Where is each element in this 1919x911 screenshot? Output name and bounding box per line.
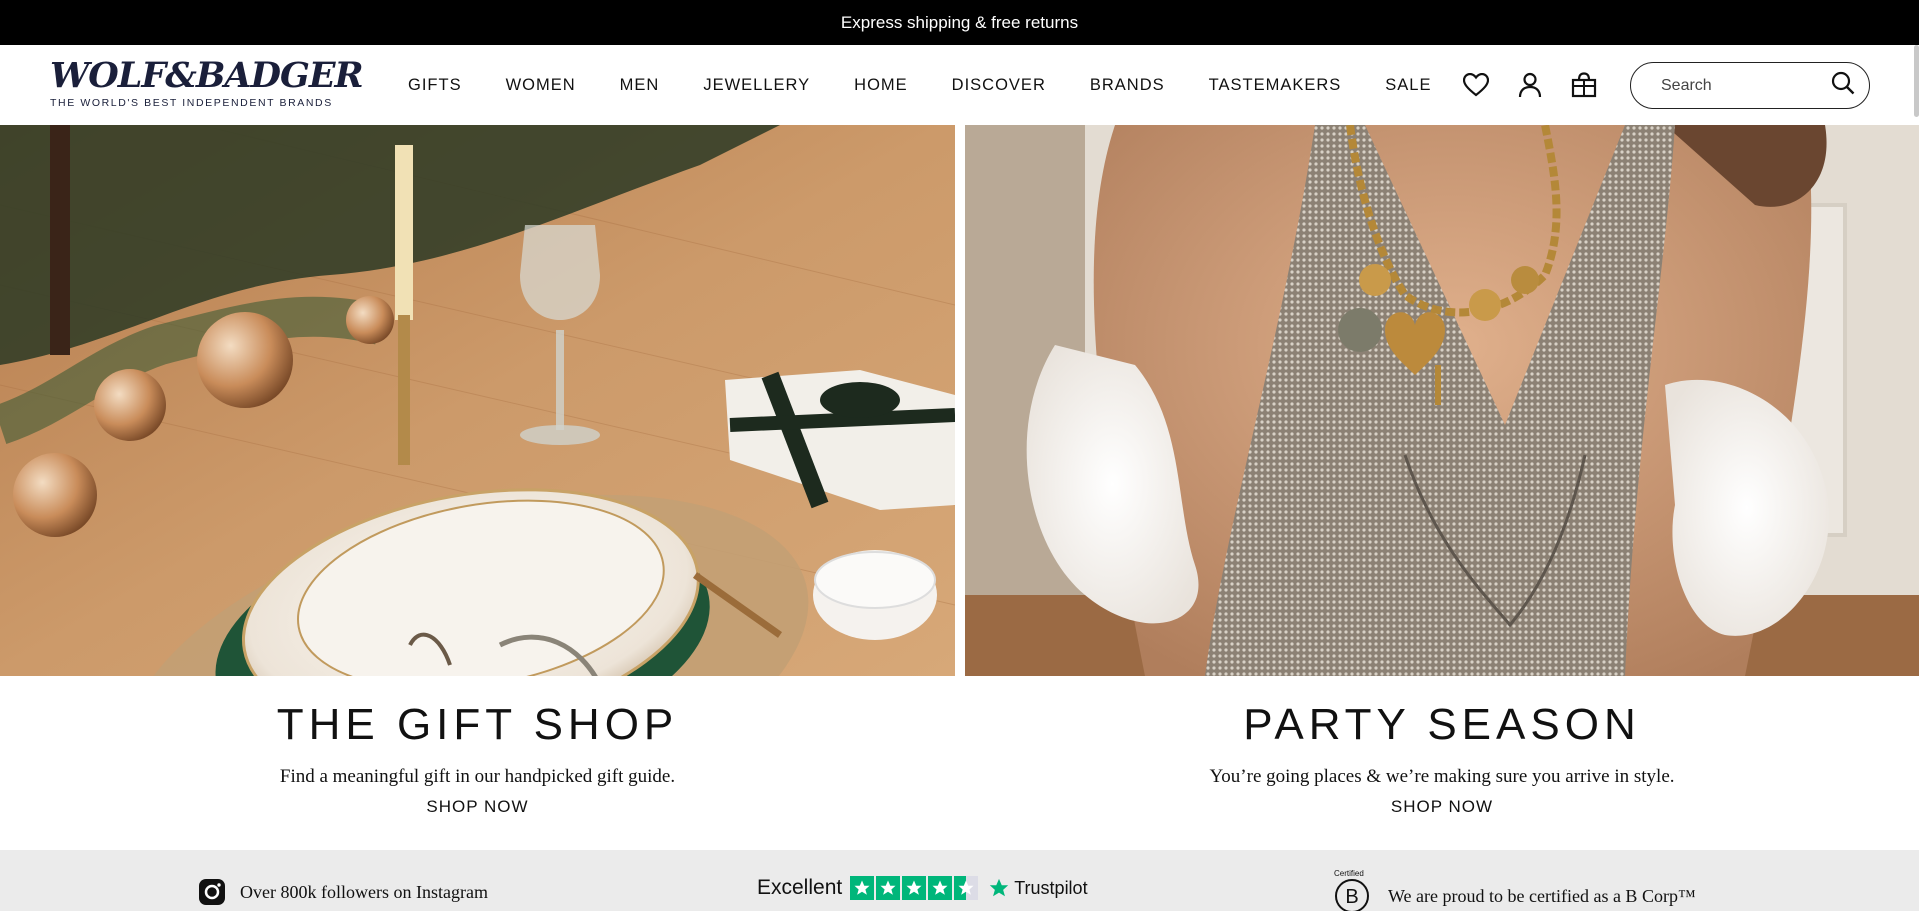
trustpilot-brand-text: Trustpilot: [1014, 877, 1088, 898]
instagram-callout[interactable]: Over 800k followers on Instagram: [198, 878, 488, 906]
search-input[interactable]: [1661, 76, 1831, 95]
nav-men[interactable]: MEN: [620, 76, 660, 95]
star-icon: [876, 876, 901, 900]
gift-shop-image[interactable]: [0, 125, 955, 676]
page-scrollbar[interactable]: [1914, 45, 1919, 117]
party-season-subtitle: You’re going places & we’re making sure …: [1209, 766, 1675, 787]
nav-home[interactable]: HOME: [854, 76, 908, 95]
nav-jewellery[interactable]: JEWELLERY: [703, 76, 810, 95]
trustpilot-star-icon: [990, 878, 1009, 897]
announcement-text: Express shipping & free returns: [840, 12, 1079, 32]
star-icon: [850, 876, 875, 900]
instagram-text: Over 800k followers on Instagram: [240, 881, 488, 902]
header-icons: [1462, 71, 1598, 99]
party-season-promo: PARTY SEASON You’re going places & we’re…: [965, 700, 1919, 817]
main-nav: GIFTS WOMEN MEN JEWELLERY HOME DISCOVER …: [408, 45, 1475, 125]
announcement-bar: Express shipping & free returns: [0, 0, 1919, 45]
bcorp-certified-label: Certified: [1334, 869, 1364, 878]
nav-women[interactable]: WOMEN: [506, 76, 576, 95]
trustpilot-widget[interactable]: Excellent Trustpilot: [757, 876, 1088, 900]
trustpilot-stars: [850, 876, 979, 900]
trustpilot-logo: Trustpilot: [988, 877, 1088, 899]
star-icon: [902, 876, 927, 900]
site-header: WOLF&BADGER THE WORLD'S BEST INDEPENDENT…: [0, 45, 1919, 125]
nav-tastemakers[interactable]: TASTEMAKERS: [1209, 76, 1342, 95]
bcorp-text: We are proud to be certified as a B Corp…: [1388, 885, 1696, 906]
heart-icon[interactable]: [1462, 71, 1490, 99]
nav-brands[interactable]: BRANDS: [1090, 76, 1165, 95]
bcorp-icon: B: [1334, 878, 1370, 911]
logo-tagline: THE WORLD'S BEST INDEPENDENT BRANDS: [50, 97, 333, 109]
gift-bag-icon[interactable]: [1570, 71, 1598, 99]
nav-gifts[interactable]: GIFTS: [408, 76, 462, 95]
party-season-shop-now-link[interactable]: SHOP NOW: [1391, 797, 1493, 817]
search-icon[interactable]: [1831, 71, 1855, 100]
logo-wordmark: WOLF&BADGER: [50, 55, 364, 96]
svg-text:B: B: [1345, 886, 1358, 908]
bcorp-callout[interactable]: B We are proud to be certified as a B Co…: [1334, 878, 1696, 911]
instagram-icon: [198, 878, 226, 906]
party-season-title: PARTY SEASON: [1243, 700, 1641, 749]
nav-discover[interactable]: DISCOVER: [952, 76, 1046, 95]
nav-sale[interactable]: SALE: [1385, 76, 1431, 95]
trust-strip: Over 800k followers on Instagram Excelle…: [0, 850, 1919, 911]
gift-shop-shop-now-link[interactable]: SHOP NOW: [426, 797, 528, 817]
gift-shop-promo: THE GIFT SHOP Find a meaningful gift in …: [0, 700, 955, 817]
logo[interactable]: WOLF&BADGER THE WORLD'S BEST INDEPENDENT…: [50, 55, 364, 110]
party-season-image[interactable]: [965, 125, 1919, 676]
search-box: [1630, 62, 1870, 109]
account-icon[interactable]: [1516, 71, 1544, 99]
trustpilot-rating-text: Excellent: [757, 876, 843, 899]
half-star-icon: [954, 876, 979, 900]
gift-shop-title: THE GIFT SHOP: [276, 700, 679, 749]
star-icon: [928, 876, 953, 900]
gift-shop-subtitle: Find a meaningful gift in our handpicked…: [279, 766, 676, 787]
